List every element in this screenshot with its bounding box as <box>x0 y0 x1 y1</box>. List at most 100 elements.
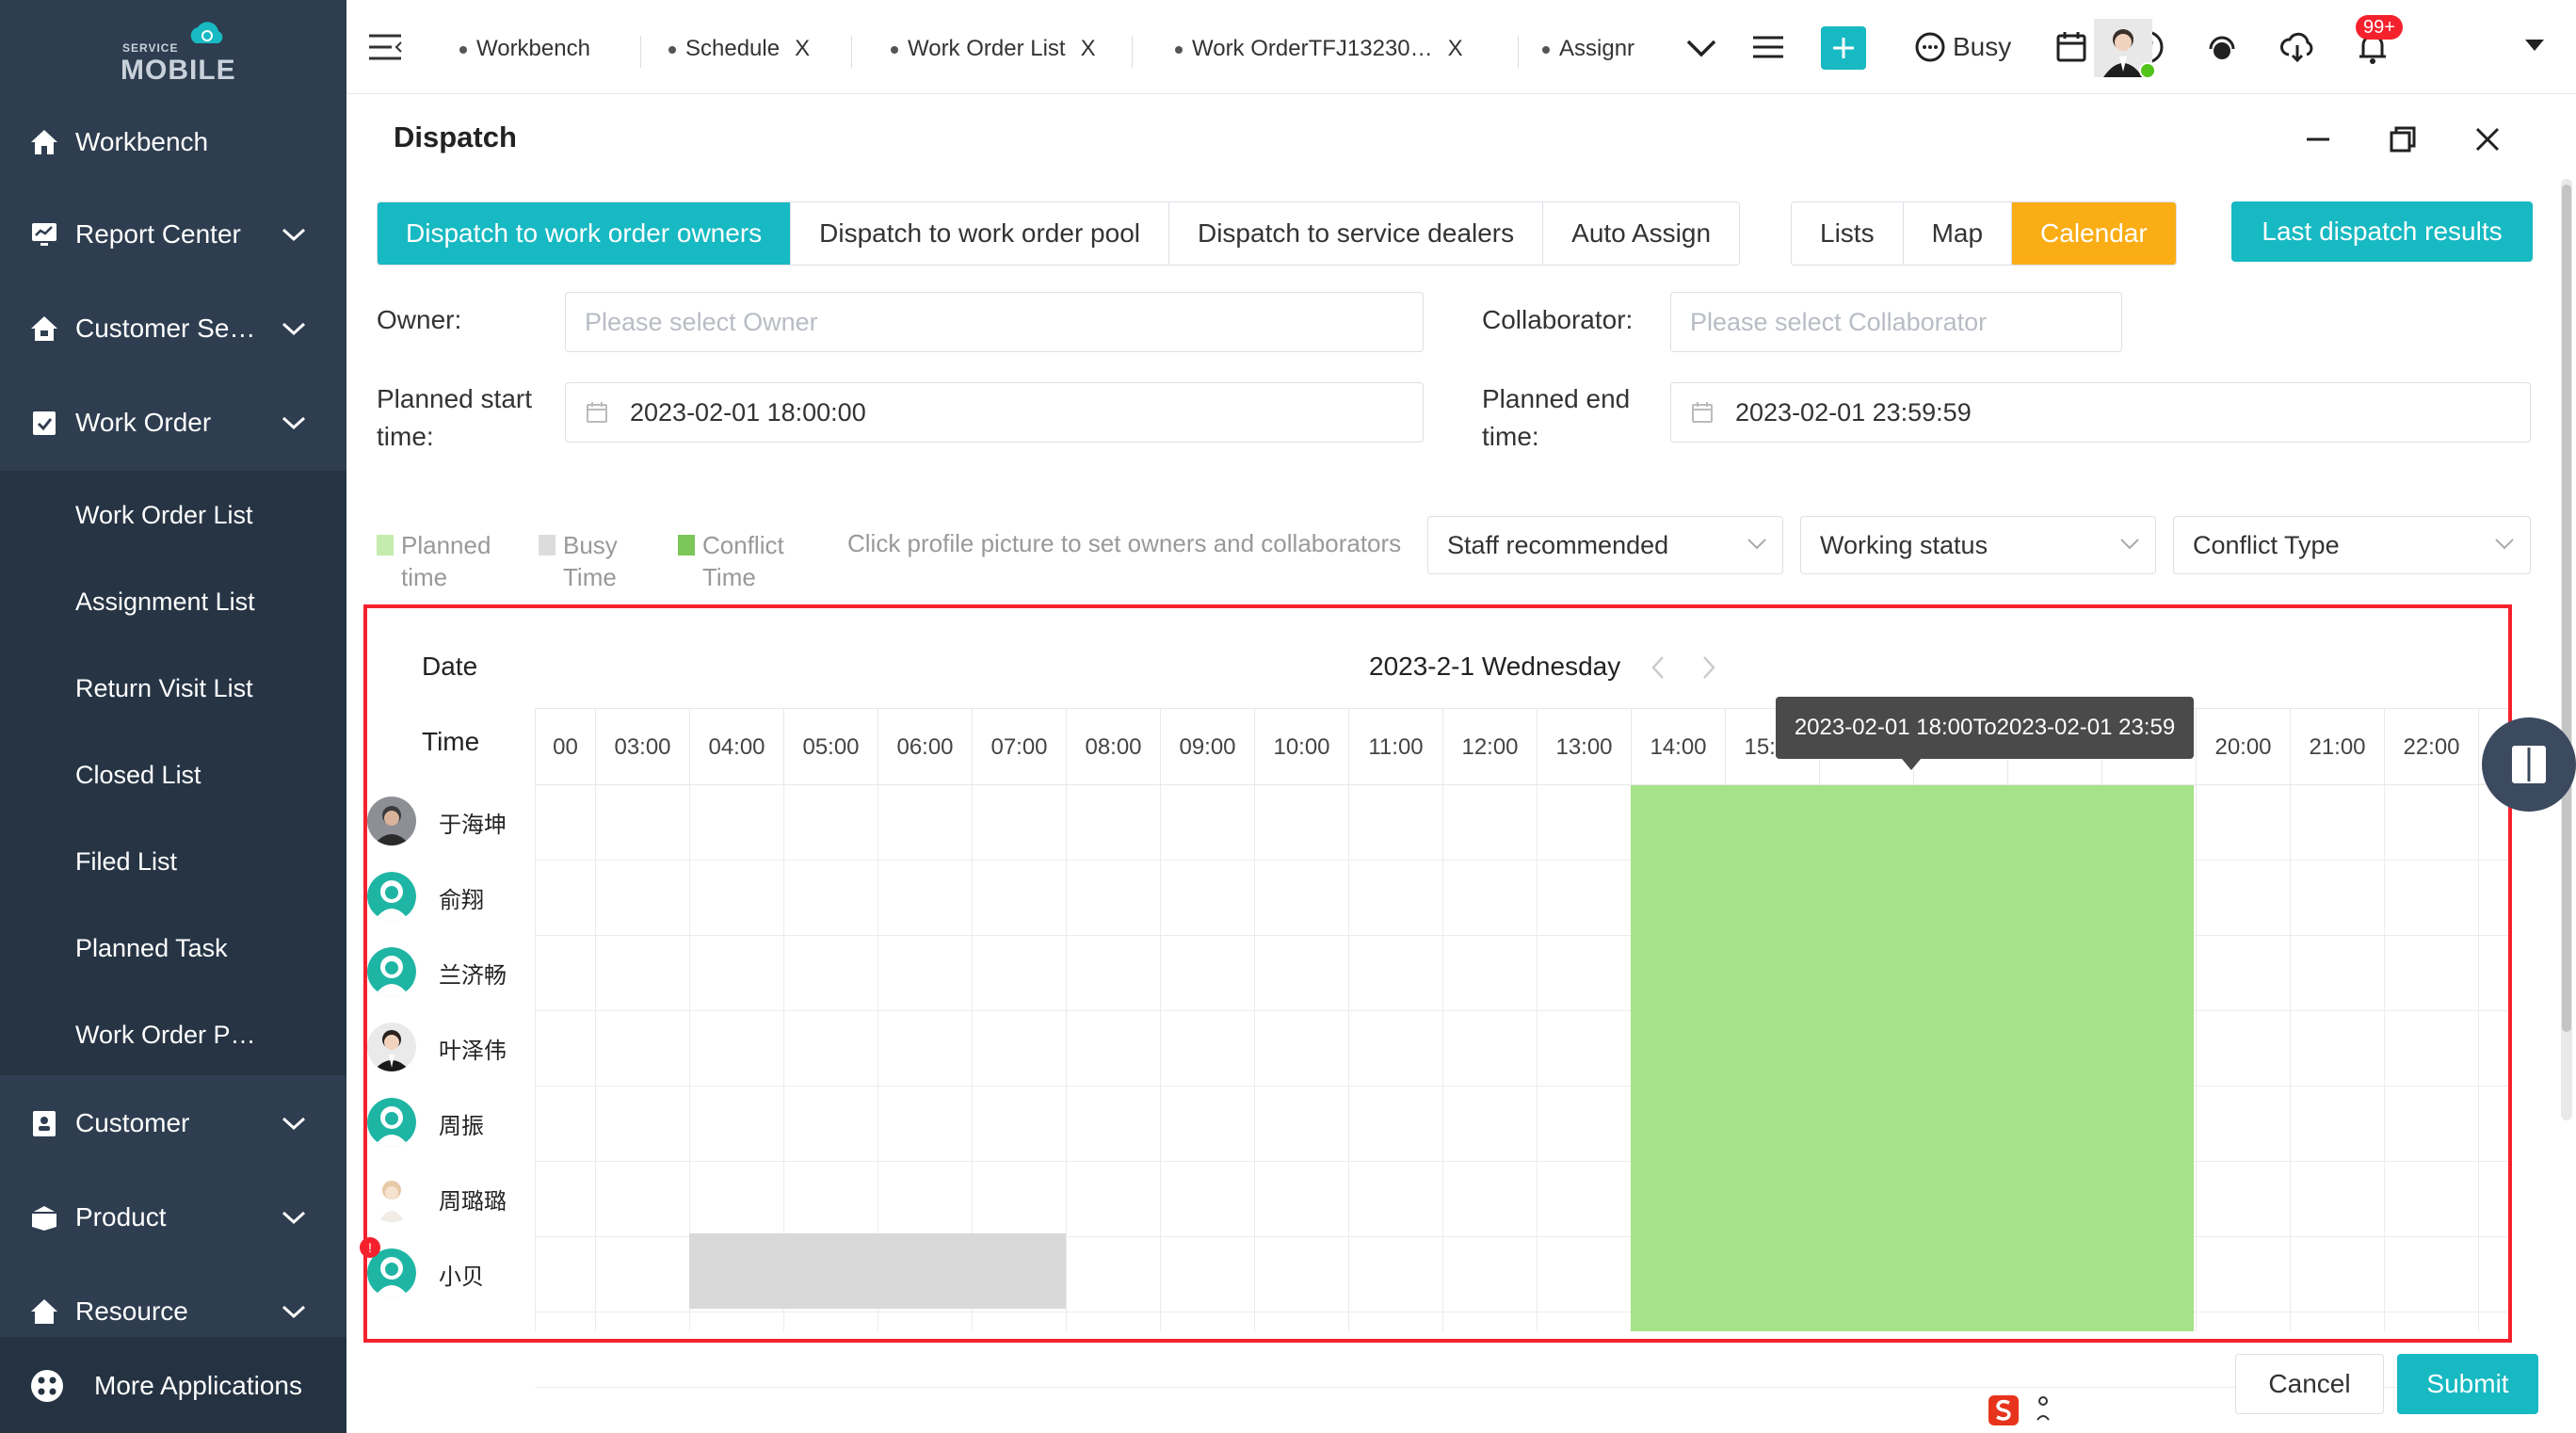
planned-start-label-line2: time: <box>377 422 434 451</box>
customer-service-icon[interactable] <box>2203 28 2241 66</box>
add-button[interactable] <box>1821 26 1866 70</box>
staff-avatar[interactable] <box>367 1173 416 1222</box>
planned-start-time-picker[interactable]: 2023-02-01 18:00:00 <box>565 382 1424 443</box>
prev-day-arrow-icon[interactable] <box>1650 653 1666 682</box>
restore-window-icon[interactable] <box>2386 122 2420 156</box>
dialog-scrollbar[interactable] <box>2561 179 2572 1120</box>
schedule-row[interactable] <box>535 861 2512 936</box>
conflict-type-select[interactable]: Conflict Type <box>2173 516 2531 574</box>
working-status-select[interactable]: Working status <box>1800 516 2156 574</box>
staff-name: 兰济畅 <box>439 963 507 989</box>
profile-hint-text: Click profile picture to set owners and … <box>847 529 1402 557</box>
tab-work-order-list[interactable]: Work Order List X <box>891 36 1096 62</box>
chevron-down-icon <box>282 322 306 336</box>
schedule-column-line <box>1537 785 1538 1331</box>
sidebar-item-label: Customer <box>75 1108 190 1137</box>
sidebar-subitem-assignment-list[interactable]: Assignment List <box>75 588 255 617</box>
user-menu-caret-icon[interactable] <box>2521 36 2548 55</box>
sidebar-subitem-closed-list[interactable]: Closed List <box>75 761 201 790</box>
sidebar-item-report-center[interactable]: Report Center <box>0 192 346 277</box>
staff-name: 周璐璐 <box>439 1189 507 1215</box>
schedule-row[interactable] <box>535 936 2512 1011</box>
staff-avatar[interactable] <box>367 947 416 996</box>
sidebar-subitem-return-visit-list[interactable]: Return Visit List <box>75 674 253 703</box>
collaborator-placeholder: Please select Collaborator <box>1690 307 1988 336</box>
schedule-row[interactable] <box>535 785 2512 861</box>
tab-separator <box>851 36 852 68</box>
tab-schedule[interactable]: Schedule X <box>668 36 810 62</box>
sidebar-subitem-planned-task[interactable]: Planned Task <box>75 934 228 963</box>
tab-separator <box>1132 36 1133 68</box>
more-applications-button[interactable]: More Applications <box>0 1337 346 1433</box>
close-icon[interactable] <box>2471 122 2504 156</box>
schedule-row[interactable] <box>535 1011 2512 1087</box>
tab-label: Schedule <box>685 36 781 61</box>
tab-calendar-view[interactable]: Calendar <box>2012 202 2176 265</box>
submit-button[interactable]: Submit <box>2397 1354 2538 1414</box>
cloud-download-icon[interactable] <box>2278 28 2316 66</box>
book-icon <box>2512 746 2546 783</box>
sidebar-item-customer-service[interactable]: Customer Se… <box>0 286 346 371</box>
staff-row: 周振 <box>367 1083 537 1158</box>
tab-label: Work Order List <box>908 36 1066 61</box>
work-status-busy[interactable]: Busy <box>1953 32 2011 62</box>
service-mobile-logo[interactable]: SERVICE MOBILE <box>121 13 235 86</box>
staff-avatar[interactable] <box>367 1098 416 1147</box>
staff-avatar[interactable] <box>367 1022 416 1071</box>
tab-work-order-detail[interactable]: Work OrderTFJ13230… X <box>1175 36 1463 62</box>
hamburger-menu-icon[interactable] <box>1749 28 1787 66</box>
tab-close-button[interactable]: X <box>1448 36 1463 61</box>
sidebar-subitem-work-order-list[interactable]: Work Order List <box>75 501 253 530</box>
calendar-icon[interactable] <box>2053 28 2090 66</box>
tab-close-button[interactable]: X <box>1081 36 1096 61</box>
tab-dispatch-to-dealers[interactable]: Dispatch to service dealers <box>1168 202 1544 265</box>
legend-text: Planned <box>401 531 491 559</box>
time-header-cell: 05:00 <box>783 709 877 786</box>
time-header-cell: 08:00 <box>1066 709 1160 786</box>
staff-recommended-select[interactable]: Staff recommended <box>1427 516 1783 574</box>
sidebar-item-product[interactable]: Product <box>0 1175 346 1260</box>
staff-avatar[interactable] <box>367 797 416 845</box>
sidebar-item-label: Workbench <box>75 127 209 156</box>
planned-time-tooltip: 2023-02-01 18:00To2023-02-01 23:59 <box>1776 697 2194 759</box>
schedule-row[interactable] <box>535 1162 2512 1237</box>
schedule-row[interactable] <box>535 1312 2512 1388</box>
sidebar-subitem-work-order-pool[interactable]: Work Order P… <box>75 1021 256 1050</box>
menu-collapse-icon[interactable] <box>367 32 403 62</box>
tabs-dropdown-chevron-icon[interactable] <box>1685 28 1717 66</box>
scrollbar-thumb[interactable] <box>2562 185 2571 1032</box>
schedule-column-line <box>2478 785 2479 1331</box>
next-day-arrow-icon[interactable] <box>1700 653 1717 682</box>
tooltip-arrow <box>1902 759 1921 770</box>
sidebar-item-label: Customer Se… <box>75 314 256 343</box>
schedule-row[interactable] <box>535 1087 2512 1162</box>
time-header-cell: 14:00 <box>1631 709 1725 786</box>
sidebar-item-workbench[interactable]: Workbench <box>0 100 346 185</box>
staff-avatar[interactable] <box>367 872 416 921</box>
sidebar-subitem-filed-list[interactable]: Filed List <box>75 847 177 877</box>
schedule-column-line <box>1066 785 1067 1331</box>
more-applications-label: More Applications <box>94 1371 303 1400</box>
minimize-icon[interactable] <box>2301 122 2335 156</box>
tab-assignment[interactable]: Assignr <box>1542 36 1634 62</box>
dialog-title: Dispatch <box>394 121 517 153</box>
tab-lists-view[interactable]: Lists <box>1792 202 1904 265</box>
tab-close-button[interactable]: X <box>795 36 810 61</box>
floating-guide-button[interactable] <box>2482 717 2576 812</box>
sidebar-item-work-order[interactable]: Work Order <box>0 380 346 465</box>
last-dispatch-results-button[interactable]: Last dispatch results <box>2231 201 2533 262</box>
planned-end-time-picker[interactable]: 2023-02-01 23:59:59 <box>1670 382 2531 443</box>
online-status-dot <box>2139 62 2156 79</box>
tab-auto-assign[interactable]: Auto Assign <box>1543 202 1740 265</box>
owner-select[interactable]: Please select Owner <box>565 292 1424 352</box>
input-method-icon[interactable] <box>1981 1390 2066 1433</box>
planned-start-value: 2023-02-01 18:00:00 <box>630 397 866 427</box>
top-bar: Workbench Schedule X Work Order List X Wor… <box>346 0 2576 94</box>
tab-dispatch-to-owners[interactable]: Dispatch to work order owners <box>378 202 792 265</box>
cancel-button[interactable]: Cancel <box>2235 1354 2384 1414</box>
tab-map-view[interactable]: Map <box>1903 202 2013 265</box>
sidebar-item-customer[interactable]: Customer <box>0 1081 346 1166</box>
tab-dispatch-to-pool[interactable]: Dispatch to work order pool <box>791 202 1169 265</box>
tab-workbench[interactable]: Workbench <box>459 36 590 62</box>
collaborator-select[interactable]: Please select Collaborator <box>1670 292 2122 352</box>
